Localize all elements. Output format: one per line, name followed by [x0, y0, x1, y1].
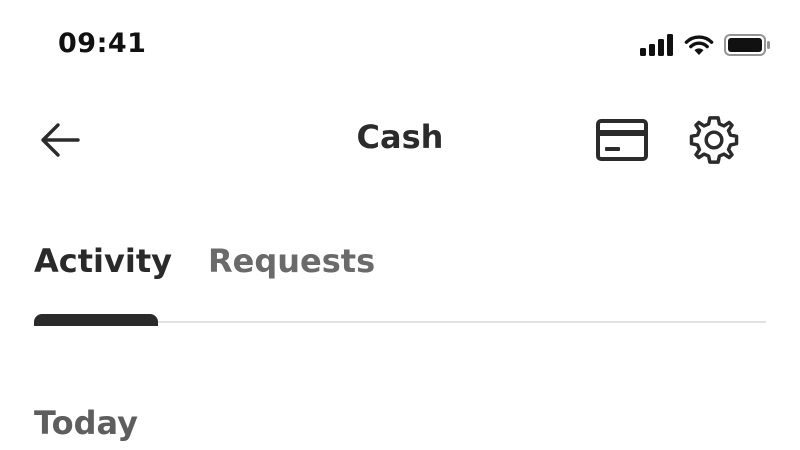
wifi-icon [684, 34, 714, 56]
credit-card-icon [595, 118, 649, 162]
navigation-bar: Cash [0, 96, 800, 184]
battery-icon [724, 34, 772, 56]
status-time: 09:41 [58, 28, 147, 59]
tab-selected-indicator [34, 314, 158, 326]
cellular-signal-icon [640, 34, 674, 56]
card-button[interactable] [592, 112, 652, 168]
tab-activity[interactable]: Activity [34, 242, 172, 280]
page-title: Cash [356, 118, 444, 156]
status-bar: 09:41 [0, 0, 800, 96]
tab-requests[interactable]: Requests [208, 242, 375, 280]
gear-icon [688, 114, 740, 166]
section-header-today: Today [34, 404, 138, 442]
status-icons [640, 34, 772, 56]
settings-button[interactable] [684, 110, 744, 170]
tab-bar: Activity Requests [34, 236, 766, 326]
